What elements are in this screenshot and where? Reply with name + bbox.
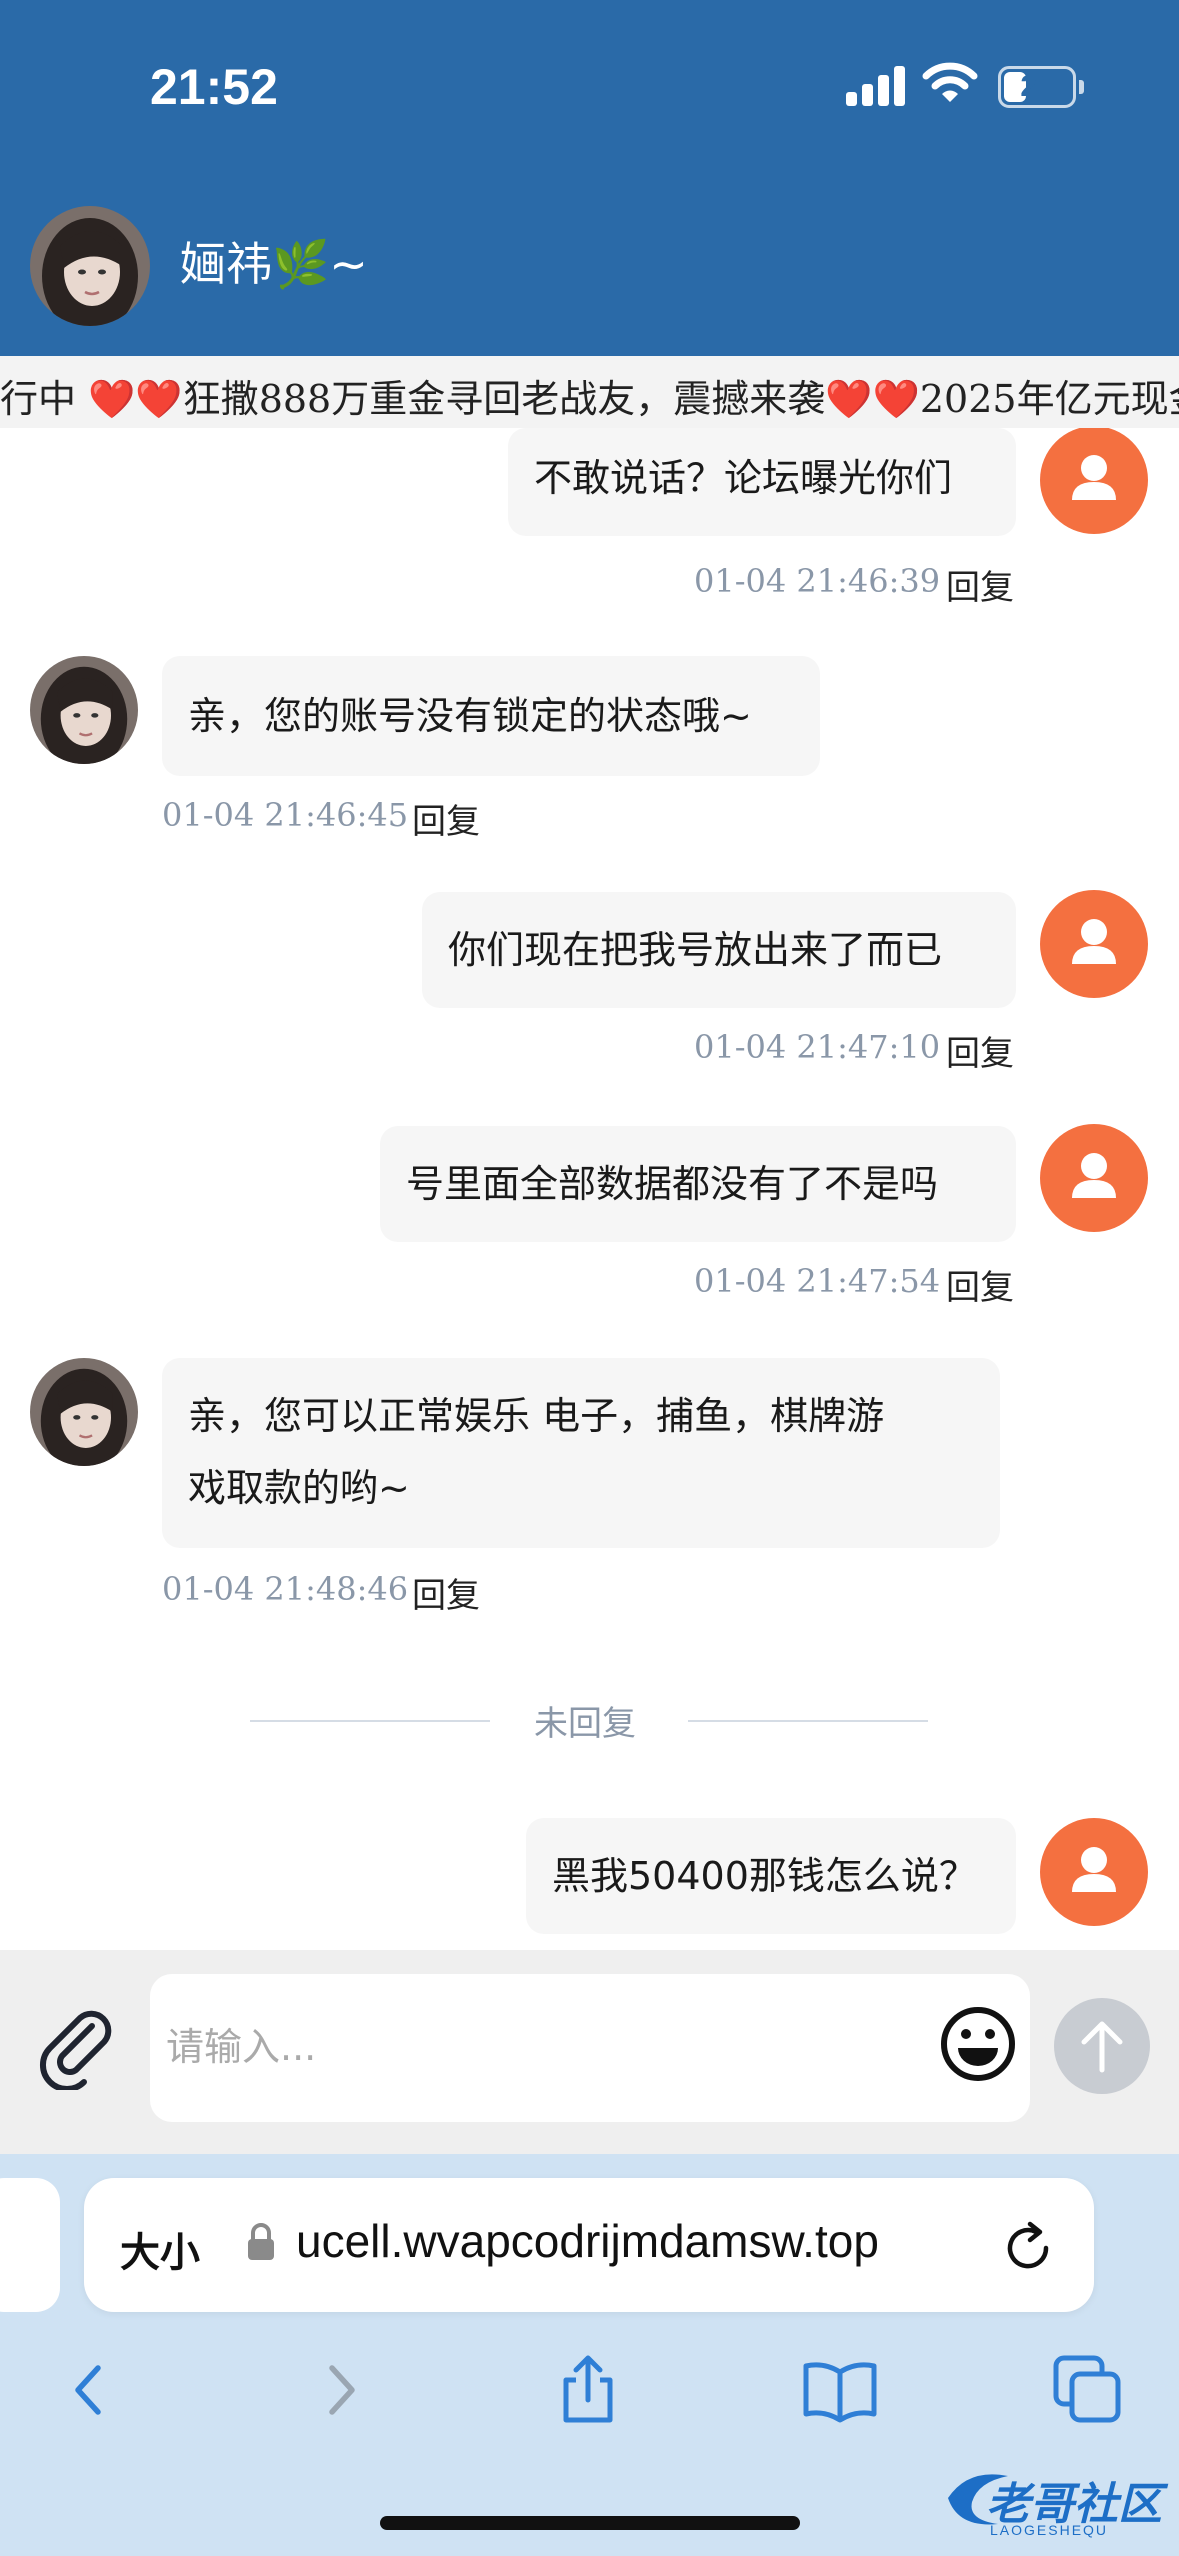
message-line: 亲，您可以正常娱乐 电子，捕鱼，棋牌游 — [188, 1394, 885, 1438]
reply-link[interactable]: 回复 — [946, 560, 1014, 609]
previous-tab[interactable] — [0, 2178, 60, 2312]
watermark-subtitle: LAOGESHEQU — [990, 2522, 1109, 2538]
wifi-icon — [922, 62, 978, 102]
forward-icon[interactable] — [300, 2350, 380, 2430]
url-text[interactable]: ucell.wvapcodrijmdamsw.top — [296, 2214, 879, 2268]
chat-messages[interactable]: 不敢说话？论坛曝光你们 01-04 21:46:39 回复 亲，您的账号没有锁定… — [0, 428, 1179, 1950]
agent-avatar — [30, 1358, 138, 1466]
divider-line-right — [688, 1720, 928, 1722]
contact-name: 婳祎🌿~ — [180, 237, 368, 291]
reply-link[interactable]: 回复 — [946, 1260, 1014, 1309]
battery-icon: 21 — [998, 66, 1076, 108]
reply-link[interactable]: 回复 — [946, 1026, 1014, 1075]
send-button[interactable] — [1054, 1998, 1150, 2094]
text-size-button[interactable]: 大小 — [120, 2220, 200, 2278]
message-bubble: 号里面全部数据都没有了不是吗 — [380, 1126, 1016, 1242]
emoji-icon[interactable] — [938, 2004, 1018, 2084]
message-time: 01-04 21:47:10 — [694, 1028, 941, 1066]
divider-line-left — [250, 1720, 490, 1722]
reload-icon[interactable] — [1000, 2220, 1056, 2276]
arrow-up-icon — [1081, 2021, 1123, 2073]
user-avatar — [1040, 890, 1148, 998]
contact-avatar[interactable] — [30, 206, 150, 326]
back-icon[interactable] — [50, 2350, 130, 2430]
message-time: 01-04 21:46:39 — [694, 562, 941, 600]
message-input-placeholder: 请输入... — [166, 2025, 317, 2069]
user-avatar — [1040, 1124, 1148, 1232]
battery-tip — [1079, 80, 1084, 94]
message-bubble: 黑我50400那钱怎么说？ — [526, 1818, 1016, 1934]
agent-avatar — [30, 656, 138, 764]
cellular-signal-icon — [846, 62, 906, 106]
user-avatar — [1040, 1818, 1148, 1926]
reply-link[interactable]: 回复 — [412, 1568, 480, 1617]
message-bubble: 亲，您的账号没有锁定的状态哦~ — [162, 656, 820, 776]
status-time: 21:52 — [150, 59, 278, 115]
lock-icon — [248, 2223, 274, 2260]
home-indicator[interactable] — [380, 2516, 800, 2530]
message-line: 戏取款的哟~ — [188, 1466, 410, 1510]
tabs-icon[interactable] — [1048, 2350, 1128, 2430]
message-bubble: 不敢说话？论坛曝光你们 — [508, 428, 1016, 536]
message-bubble: 亲，您可以正常娱乐 电子，捕鱼，棋牌游 戏取款的哟~ — [162, 1358, 1000, 1548]
chat-header — [0, 0, 1179, 356]
message-time: 01-04 21:47:54 — [694, 1262, 941, 1300]
battery-level: 21 — [1020, 70, 1054, 103]
share-icon[interactable] — [548, 2350, 628, 2430]
announcement-marquee[interactable]: 行中 ❤️❤️狂撒888万重金寻回老战友，震撼来袭❤️❤️2025年亿元现金 — [0, 356, 1179, 428]
message-bubble: 你们现在把我号放出来了而已 — [422, 892, 1016, 1008]
reply-link[interactable]: 回复 — [412, 794, 480, 843]
message-time: 01-04 21:46:45 — [162, 796, 409, 834]
paperclip-icon[interactable] — [36, 2010, 116, 2090]
unreplied-divider: 未回复 — [534, 1704, 636, 1744]
message-time: 01-04 21:48:46 — [162, 1570, 409, 1608]
bookmarks-icon[interactable] — [800, 2350, 880, 2430]
marquee-text: 行中 ❤️❤️狂撒888万重金寻回老战友，震撼来袭❤️❤️2025年亿元现金 — [0, 377, 1179, 421]
user-avatar — [1040, 428, 1148, 534]
